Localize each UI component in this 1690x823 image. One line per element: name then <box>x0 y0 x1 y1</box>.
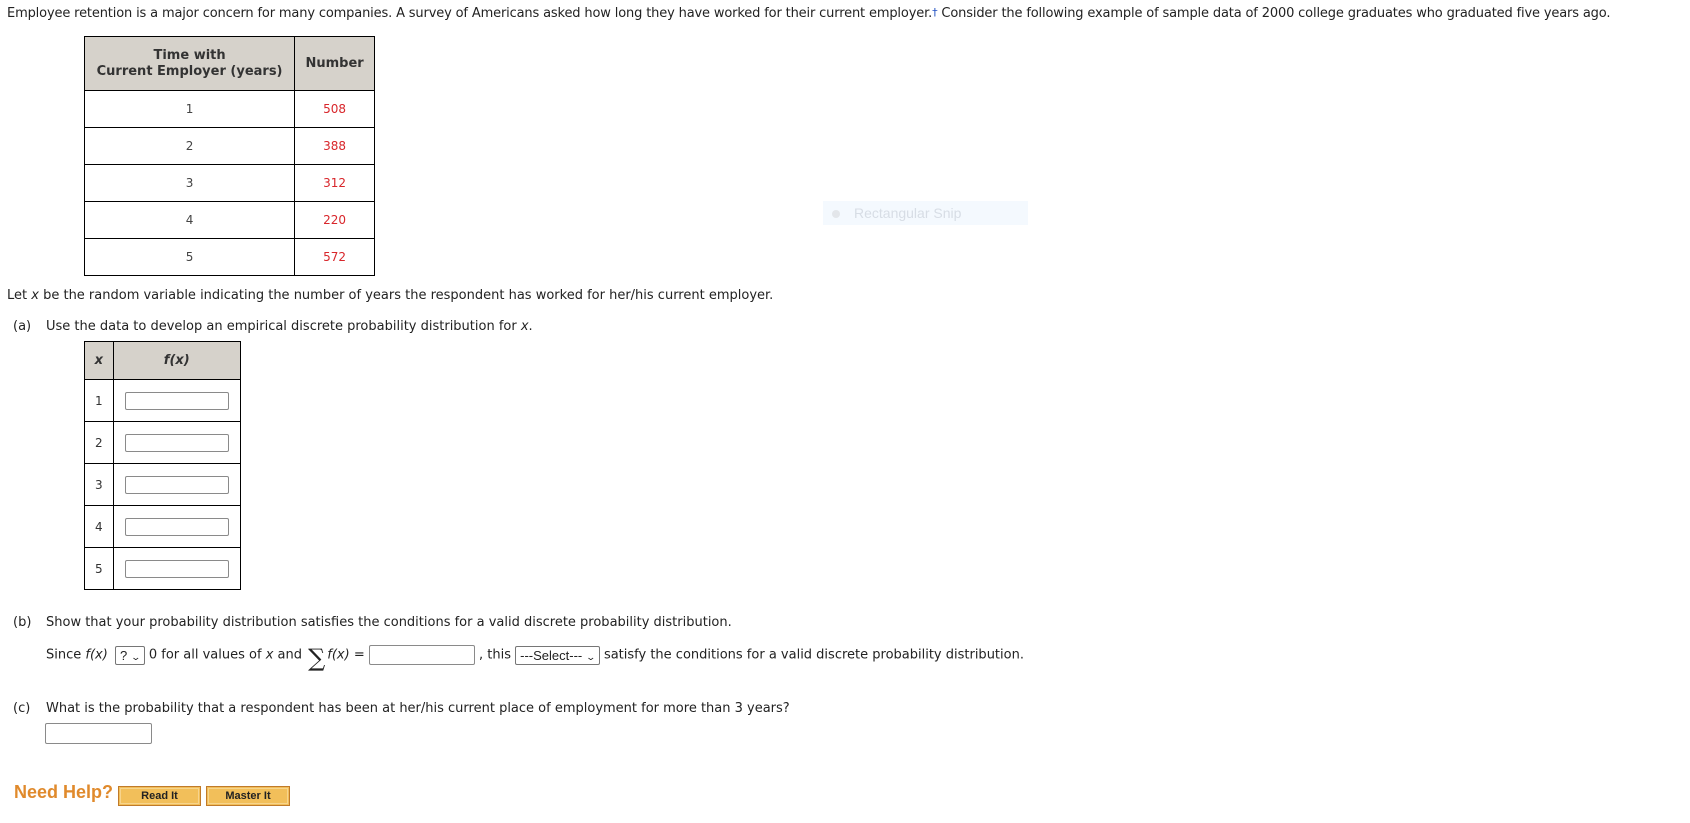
header-x: x <box>84 341 114 380</box>
inequality-select[interactable]: ? ⌄ <box>114 645 145 665</box>
years-cell: 4 <box>83 201 296 239</box>
snip-mode-icon <box>832 210 840 219</box>
intro-text: Employee retention is a major concern fo… <box>7 6 933 21</box>
fx-input-2[interactable] <box>124 433 229 452</box>
snip-label: Rectangular Snip <box>854 205 962 221</box>
fx-input-5[interactable] <box>124 559 229 578</box>
part-b-prompt: (b) Show that your probability distributi… <box>13 615 732 630</box>
part-a-label: (a) <box>13 319 32 334</box>
number-cell: 572 <box>294 238 375 276</box>
years-cell: 5 <box>83 238 296 276</box>
table-row: 2 <box>84 421 242 464</box>
intro-text-continued: Consider the following example of sample… <box>937 6 1611 21</box>
table-row: 4 <box>84 505 242 548</box>
read-it-button[interactable]: Read It <box>118 786 201 806</box>
table-row: 1 <box>84 379 242 422</box>
fx-input-4[interactable] <box>124 517 229 536</box>
table-row: 3 <box>84 463 242 506</box>
part-c-label: (c) <box>13 701 31 716</box>
random-variable-definition: Let x be the random variable indicating … <box>7 288 774 303</box>
verdict-select[interactable]: ---Select--- ⌄ <box>515 645 600 665</box>
number-cell: 312 <box>294 164 375 202</box>
x-value-cell: 1 <box>84 379 114 422</box>
table-row: 5 572 <box>83 238 375 276</box>
probability-answer-input[interactable] <box>45 723 152 744</box>
x-value-cell: 4 <box>84 505 114 548</box>
employer-data-table: Time with Current Employer (years) Numbe… <box>83 36 375 276</box>
table-row: 1 508 <box>83 90 375 128</box>
table-row: 3 312 <box>83 164 375 202</box>
table-row: 5 <box>84 547 242 590</box>
chevron-down-icon: ⌄ <box>585 651 597 662</box>
sigma-symbol: ∑ <box>308 644 326 672</box>
header-number: Number <box>294 36 375 91</box>
header-time-with-employer: Time with Current Employer (years) <box>83 36 296 91</box>
intro-paragraph: Employee retention is a major concern fo… <box>7 6 1610 21</box>
number-cell: 508 <box>294 90 375 128</box>
part-b-statement: Since f(x) ? ⌄ 0 for all values of x and … <box>46 644 1024 672</box>
fx-input-1[interactable] <box>124 391 229 410</box>
years-cell: 1 <box>83 90 296 128</box>
part-b-label: (b) <box>13 615 32 630</box>
rectangular-snip-overlay: Rectangular Snip <box>823 201 1028 225</box>
header-fx: f(x) <box>112 341 242 380</box>
fx-input-3[interactable] <box>124 475 229 494</box>
number-cell: 220 <box>294 201 375 239</box>
number-cell: 388 <box>294 127 375 165</box>
part-c-prompt: (c) What is the probability that a respon… <box>13 701 790 716</box>
table-row: 4 220 <box>83 201 375 239</box>
need-help-label: Need Help? <box>14 782 114 802</box>
probability-distribution-table: x f(x) 1 2 3 4 5 <box>84 341 242 590</box>
chevron-down-icon: ⌄ <box>130 651 142 662</box>
x-value-cell: 5 <box>84 547 114 590</box>
x-value-cell: 3 <box>84 463 114 506</box>
table-row: 2 388 <box>83 127 375 165</box>
years-cell: 3 <box>83 164 296 202</box>
variable-x: x <box>31 288 39 303</box>
master-it-button[interactable]: Master It <box>206 786 290 806</box>
sum-fx-input[interactable] <box>368 645 475 665</box>
years-cell: 2 <box>83 127 296 165</box>
part-a-prompt: (a) Use the data to develop an empirical … <box>13 319 533 334</box>
x-value-cell: 2 <box>84 421 114 464</box>
